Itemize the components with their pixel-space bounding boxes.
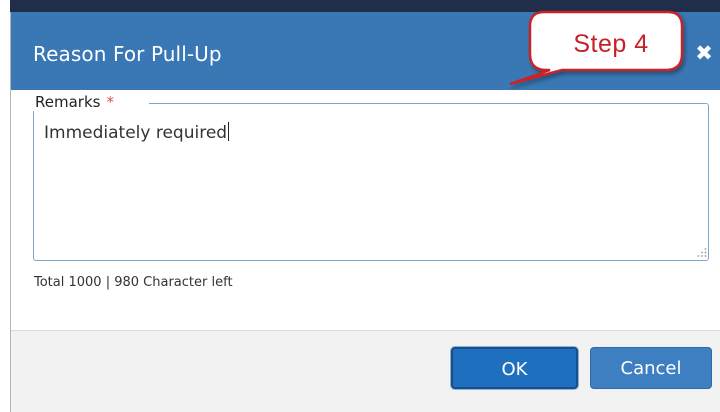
callout-text: Step 4 xyxy=(573,30,649,58)
remarks-label: Remarks * xyxy=(35,93,114,111)
remarks-label-text: Remarks xyxy=(35,93,101,111)
dialog-title: Reason For Pull-Up xyxy=(33,42,222,66)
cancel-button[interactable]: Cancel xyxy=(590,347,712,389)
required-marker: * xyxy=(106,93,114,111)
screenshot-frame: Reason For Pull-Up ✖ Remarks * Immediatel… xyxy=(0,0,720,412)
ok-button[interactable]: OK xyxy=(451,347,578,389)
character-counter: Total 1000 | 980 Character left xyxy=(34,275,233,290)
remarks-value-text: Immediately required xyxy=(44,123,228,143)
text-caret xyxy=(228,122,230,141)
resize-grip-icon[interactable] xyxy=(697,247,707,257)
remarks-value[interactable]: Immediately required xyxy=(44,122,230,143)
